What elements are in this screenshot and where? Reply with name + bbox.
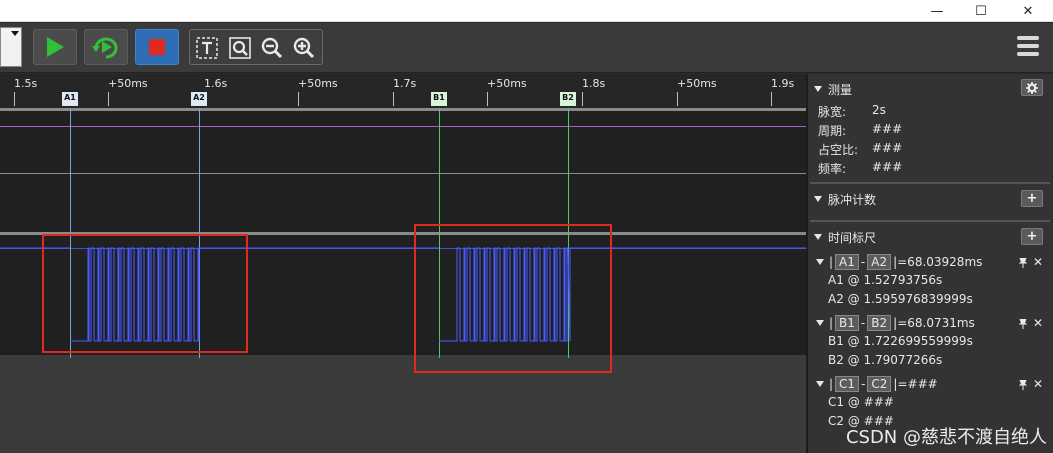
cursor-a1-time: A1 @ 1.52793756s	[828, 273, 943, 287]
pin-icon[interactable]	[1019, 258, 1027, 268]
add-time-ruler-button[interactable]: +	[1021, 228, 1043, 245]
loop-run-button[interactable]	[84, 29, 128, 65]
measurement-panel: 测量 脉宽: 2s 周期: ### 占空比: ### 频率: ### 脉冲计数 + 时间…	[806, 74, 1053, 453]
cursor-tag: B1	[835, 315, 859, 331]
gear-icon	[1026, 81, 1038, 94]
stop-button[interactable]	[135, 29, 179, 65]
cursor-a2-time: A2 @ 1.595976839999s	[828, 292, 973, 306]
pin-icon[interactable]	[1019, 380, 1027, 390]
waveform-view[interactable]: 1.5s +50ms 1.6s +50ms 1.7s +50ms 1.8s +5…	[0, 74, 806, 453]
collapse-triangle-icon	[814, 86, 822, 92]
cursor-delta: =68.03928ms	[897, 255, 983, 269]
stop-icon	[149, 39, 165, 55]
hamburger-menu-icon[interactable]	[1017, 36, 1039, 58]
cursor-c1-time: C1 @ ###	[828, 395, 894, 409]
toolbar	[0, 23, 1053, 73]
collapse-triangle-icon	[814, 234, 822, 240]
channel-dropdown[interactable]	[0, 27, 22, 67]
zoom-out-button[interactable]	[259, 35, 285, 61]
add-pulse-count-button[interactable]: +	[1021, 190, 1043, 207]
zoom-fit-button[interactable]	[227, 35, 253, 61]
text-tool-button[interactable]	[194, 35, 220, 61]
cursor-b1-time: B1 @ 1.722699559999s	[828, 334, 973, 348]
zoom-in-button[interactable]	[291, 35, 317, 61]
loop-play-icon	[92, 37, 118, 59]
measure-title: 测量	[828, 82, 853, 97]
collapse-triangle-icon	[814, 196, 822, 202]
maximize-button[interactable]: ☐	[958, 0, 1004, 22]
cursor-tag: C1	[835, 376, 860, 392]
pulse-count-title: 脉冲计数	[828, 192, 877, 207]
measure-row-period: 周期: ###	[818, 122, 903, 138]
cursor-delta: =68.0731ms	[897, 316, 975, 330]
chevron-down-icon	[11, 31, 19, 36]
collapse-triangle-icon	[816, 259, 824, 265]
text-icon	[196, 37, 218, 59]
cursor-pair-c[interactable]: | C1- C2 | =###	[816, 376, 938, 392]
cursor-tag: C2	[867, 376, 892, 392]
close-icon[interactable]: ✕	[1033, 255, 1043, 269]
play-icon	[47, 37, 64, 57]
cursor-tag: B2	[867, 315, 892, 331]
time-ruler-title: 时间标尺	[828, 230, 877, 245]
measure-row-width: 脉宽: 2s	[818, 103, 886, 119]
zoom-out-icon	[261, 37, 283, 59]
view-tools-group	[189, 29, 323, 65]
cursor-tag: A1	[835, 254, 859, 270]
measure-section-header[interactable]: 测量	[814, 80, 852, 98]
cursor-pair-a[interactable]: | A1- A2 | =68.03928ms	[816, 254, 982, 270]
watermark-text: CSDN @慈悲不渡自绝人	[845, 427, 1047, 448]
close-icon[interactable]: ✕	[1033, 316, 1043, 330]
collapse-triangle-icon	[816, 320, 824, 326]
cursor-b2-time: B2 @ 1.79077266s	[828, 353, 943, 367]
pin-icon[interactable]	[1019, 319, 1027, 329]
measure-row-frequency: 频率: ###	[818, 160, 903, 176]
highlight-box-b	[414, 224, 612, 373]
cursor-delta: =###	[897, 377, 938, 391]
section-divider	[810, 182, 1050, 184]
close-icon[interactable]: ✕	[1033, 377, 1043, 391]
highlight-box-a	[42, 234, 248, 353]
time-ruler-header[interactable]: 时间标尺	[814, 228, 876, 246]
close-button[interactable]: ✕	[1005, 0, 1051, 22]
run-button[interactable]	[33, 29, 77, 65]
pulse-count-header[interactable]: 脉冲计数	[814, 190, 876, 208]
collapse-triangle-icon	[816, 381, 824, 387]
cursor-pair-b[interactable]: | B1- B2 | =68.0731ms	[816, 315, 975, 331]
section-divider	[810, 220, 1050, 222]
zoom-fit-icon	[229, 37, 251, 59]
measure-row-duty: 占空比: ###	[818, 141, 903, 157]
title-bar: — ☐ ✕	[0, 0, 1053, 22]
settings-button[interactable]	[1021, 79, 1043, 96]
cursor-tag: A2	[867, 254, 892, 270]
minimize-button[interactable]: —	[914, 0, 960, 22]
zoom-in-icon	[293, 37, 315, 59]
